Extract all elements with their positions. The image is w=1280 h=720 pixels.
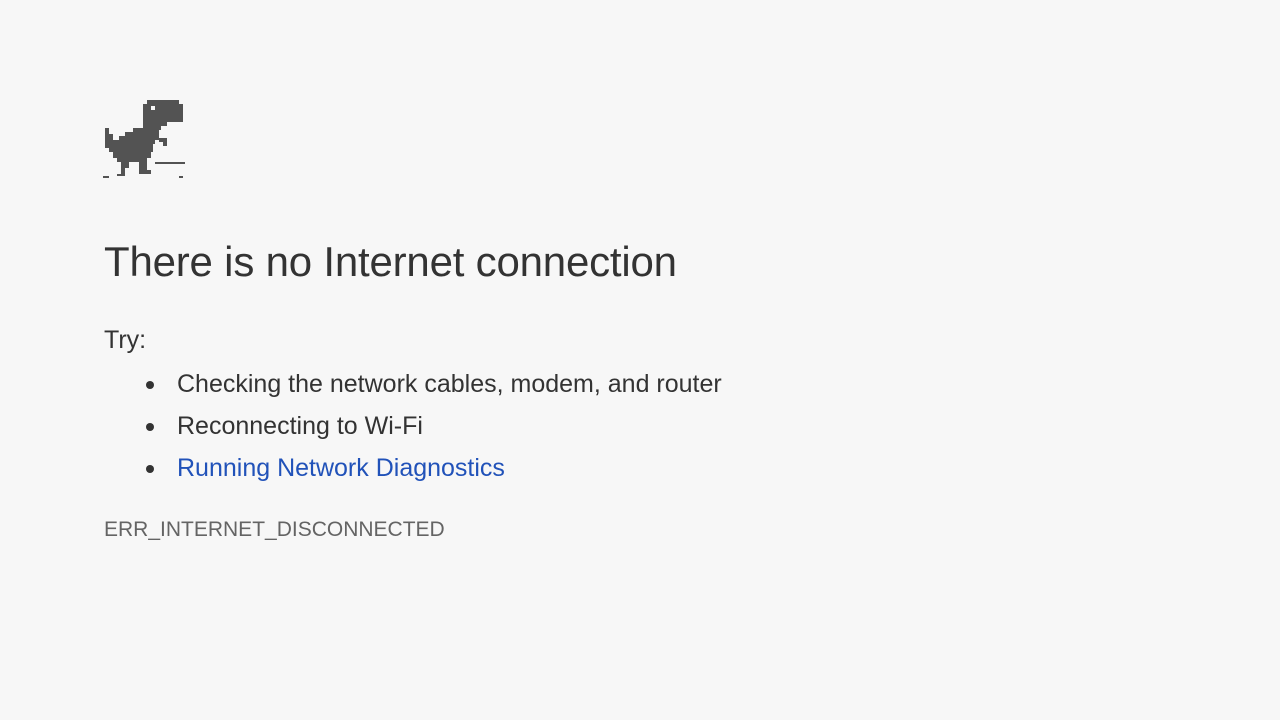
bullet-icon [146,423,154,431]
bullet-icon [146,465,154,473]
error-code: ERR_INTERNET_DISCONNECTED [104,518,445,541]
offline-dino-icon [103,98,187,180]
suggestion-text: Reconnecting to Wi-Fi [177,412,423,440]
network-diagnostics-link[interactable]: Running Network Diagnostics [177,454,505,482]
suggestion-network-diagnostics: Running Network Diagnostics [146,450,722,492]
offline-error-page: There is no Internet connection Try: Che… [0,0,1280,720]
suggestion-text: Checking the network cables, modem, and … [177,370,722,398]
page-title: There is no Internet connection [104,238,677,285]
suggestion-check-cables: Checking the network cables, modem, and … [146,366,722,408]
suggestions-list: Checking the network cables, modem, and … [146,366,722,492]
bullet-icon [146,381,154,389]
try-label: Try: [104,326,147,354]
suggestion-reconnect-wifi: Reconnecting to Wi-Fi [146,408,722,450]
